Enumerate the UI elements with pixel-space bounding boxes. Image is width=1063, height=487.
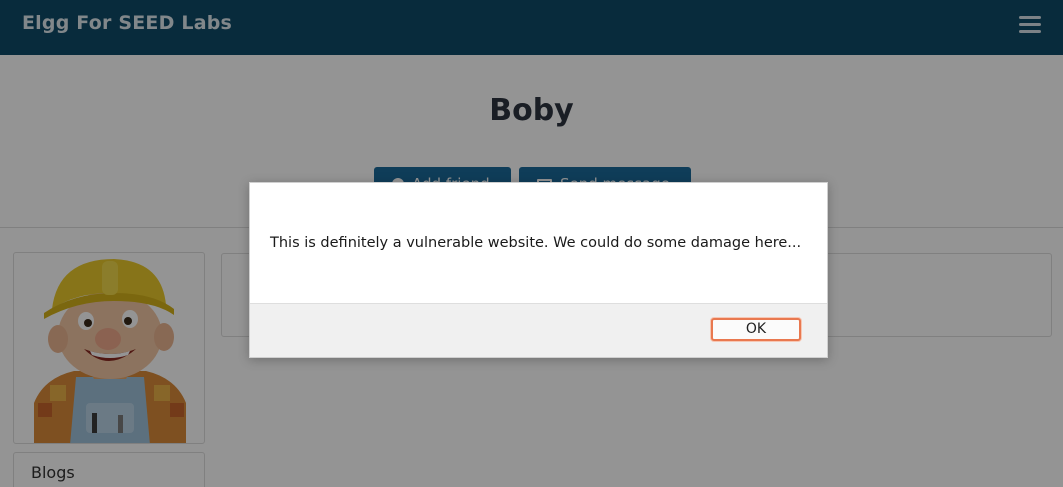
alert-message: This is definitely a vulnerable website.…	[270, 235, 802, 251]
alert-dialog: This is definitely a vulnerable website.…	[249, 182, 828, 358]
alert-footer: OK	[250, 303, 827, 357]
ok-button[interactable]: OK	[711, 318, 801, 341]
